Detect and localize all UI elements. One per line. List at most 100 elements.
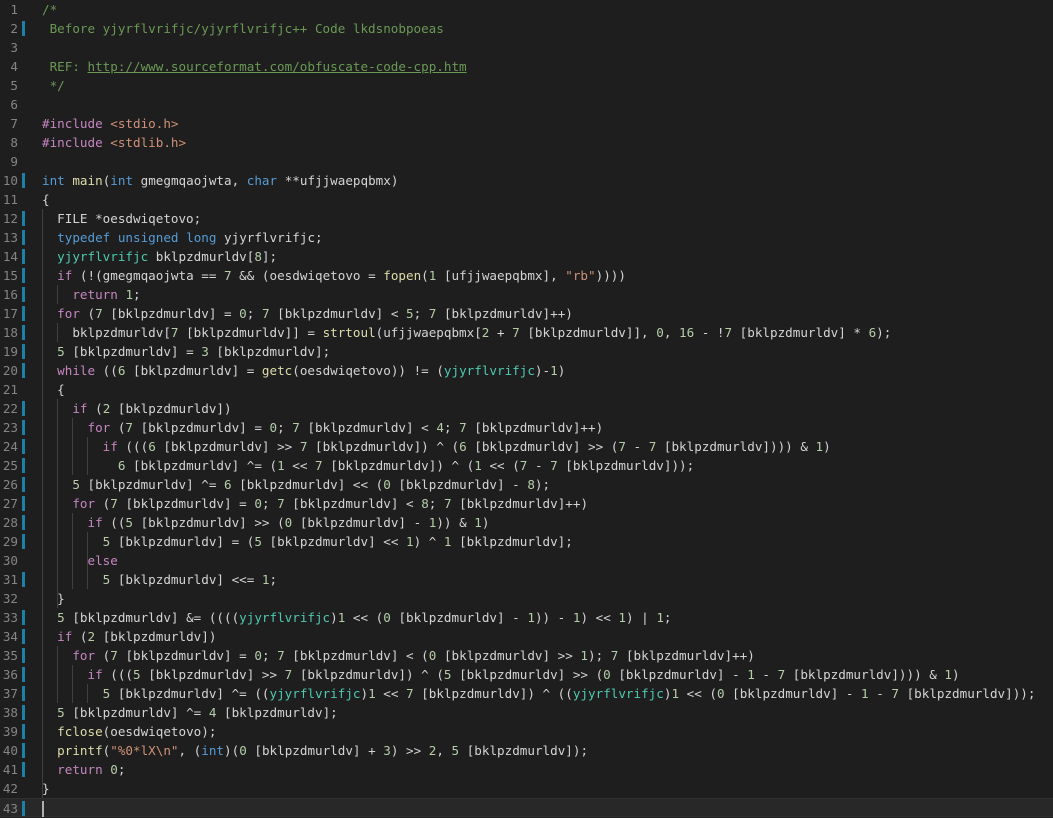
code-line[interactable]: 16 return 1; — [0, 285, 1053, 304]
modified-line-gutter-marker[interactable] — [22, 306, 25, 321]
modified-line-gutter-marker[interactable] — [22, 268, 25, 283]
code-line[interactable]: 23 for (7 [bklpzdmurldv] = 0; 7 [bklpzdm… — [0, 418, 1053, 437]
control-keyword-token: #include — [42, 135, 103, 150]
code-line[interactable]: 13 typedef unsigned long yjyrflvrifjc; — [0, 228, 1053, 247]
code-text-token: [bklpzdmurldv] = — [117, 648, 255, 663]
modified-line-gutter-marker[interactable] — [22, 572, 25, 587]
code-line[interactable]: 14 yjyrflvrifjc bklpzdmurldv[8]; — [0, 247, 1053, 266]
modified-line-gutter-marker[interactable] — [22, 762, 25, 777]
code-line[interactable]: 3 — [0, 38, 1053, 57]
modified-line-gutter-marker[interactable] — [22, 724, 25, 739]
code-line[interactable]: 27 for (7 [bklpzdmurldv] = 0; 7 [bklpzdm… — [0, 494, 1053, 513]
code-line[interactable]: 29 5 [bklpzdmurldv] = (5 [bklpzdmurldv] … — [0, 532, 1053, 551]
keyword-token: unsigned — [117, 230, 179, 245]
code-line[interactable]: 22 if (2 [bklpzdmurldv]) — [0, 399, 1053, 418]
code-line[interactable]: 25 6 [bklpzdmurldv] ^= (1 << 7 [bklpzdmu… — [0, 456, 1053, 475]
line-number: 38 — [2, 705, 18, 720]
modified-line-gutter-marker[interactable] — [22, 648, 25, 663]
code-text-token: [bklpzdmurldv]))) & — [785, 667, 945, 682]
number-token: 1 — [474, 515, 482, 530]
modified-line-gutter-marker[interactable] — [22, 534, 25, 549]
code-line[interactable]: 5 */ — [0, 76, 1053, 95]
modified-line-gutter-marker[interactable] — [22, 610, 25, 625]
code-line[interactable]: 39 fclose(oesdwiqetovo); — [0, 722, 1053, 741]
modified-line-gutter-marker[interactable] — [22, 515, 25, 530]
modified-line-gutter-marker[interactable] — [22, 801, 25, 816]
code-text-token: ; — [261, 648, 278, 663]
modified-line-gutter-marker[interactable] — [22, 287, 25, 302]
line-number: 29 — [2, 534, 18, 549]
code-line[interactable]: 30 else — [0, 551, 1053, 570]
code-line[interactable]: 8 #include <stdlib.h> — [0, 133, 1053, 152]
code-line[interactable]: 7 #include <stdio.h> — [0, 114, 1053, 133]
code-line[interactable]: 20 while ((6 [bklpzdmurldv] = getc(oesdw… — [0, 361, 1053, 380]
code-line[interactable]: 6 — [0, 95, 1053, 114]
code-content: 5 [bklpzdmurldv] = 3 [bklpzdmurldv]; — [42, 342, 330, 361]
code-line[interactable]: 21 { — [0, 380, 1053, 399]
modified-line-gutter-marker[interactable] — [22, 325, 25, 340]
modified-line-gutter-marker[interactable] — [22, 173, 25, 188]
code-text-token: && (oesdwiqetovo = — [231, 268, 384, 283]
code-line[interactable]: 19 5 [bklpzdmurldv] = 3 [bklpzdmurldv]; — [0, 342, 1053, 361]
code-line[interactable]: 38 5 [bklpzdmurldv] ^= 4 [bklpzdmurldv]; — [0, 703, 1053, 722]
code-line[interactable]: 36 if (((5 [bklpzdmurldv] >> 7 [bklpzdmu… — [0, 665, 1053, 684]
modified-line-gutter-marker[interactable] — [22, 230, 25, 245]
code-text-token: [bklpzdmurldv] < — [269, 306, 407, 321]
code-line[interactable]: 32 } — [0, 589, 1053, 608]
code-line[interactable]: 1 /* — [0, 0, 1053, 19]
modified-line-gutter-marker[interactable] — [22, 21, 25, 36]
modified-line-gutter-marker[interactable] — [22, 420, 25, 435]
modified-line-gutter-marker[interactable] — [22, 211, 25, 226]
code-editor[interactable]: 1 /* 2 Before yjyrflvrifjc/yjyrflvrifjc++ … — [0, 0, 1053, 818]
code-content: 5 [bklpzdmurldv] ^= ((yjyrflvrifjc)1 << … — [42, 684, 1036, 703]
modified-line-gutter-marker[interactable] — [22, 743, 25, 758]
code-line[interactable]: 11 { — [0, 190, 1053, 209]
code-line[interactable]: 43 — [0, 798, 1053, 817]
code-line[interactable]: 41 return 0; — [0, 760, 1053, 779]
code-text-token: [bklpzdmurldv] = — [125, 363, 262, 378]
code-line[interactable]: 42} — [0, 779, 1053, 798]
code-line[interactable]: 34 if (2 [bklpzdmurldv]) — [0, 627, 1053, 646]
number-token: 5 — [443, 667, 452, 682]
modified-line-gutter-marker[interactable] — [22, 496, 25, 511]
code-line[interactable]: 24 if (((6 [bklpzdmurldv] >> 7 [bklpzdmu… — [0, 437, 1053, 456]
code-line[interactable]: 17 for (7 [bklpzdmurldv] = 0; 7 [bklpzdm… — [0, 304, 1053, 323]
modified-line-gutter-marker[interactable] — [22, 686, 25, 701]
code-line[interactable]: 9 — [0, 152, 1053, 171]
modified-line-gutter-marker[interactable] — [22, 249, 25, 264]
code-line[interactable]: 37 5 [bklpzdmurldv] ^= ((yjyrflvrifjc)1 … — [0, 684, 1053, 703]
modified-line-gutter-marker[interactable] — [22, 344, 25, 359]
code-line[interactable]: 31 5 [bklpzdmurldv] <<= 1; — [0, 570, 1053, 589]
code-line[interactable]: 28 if ((5 [bklpzdmurldv] >> (0 [bklpzdmu… — [0, 513, 1053, 532]
code-text-token: [bklpzdmurldv] - — [292, 515, 429, 530]
code-text-token: (oesdwiqetovo)) != ( — [292, 363, 444, 378]
modified-line-gutter-marker[interactable] — [22, 363, 25, 378]
modified-line-gutter-marker[interactable] — [22, 401, 25, 416]
code-content: 5 [bklpzdmurldv] ^= 6 [bklpzdmurldv] << … — [42, 475, 550, 494]
code-line[interactable]: 15 if (!(gmegmqaojwta == 7 && (oesdwiqet… — [0, 266, 1053, 285]
code-line[interactable]: 2 Before yjyrflvrifjc/yjyrflvrifjc++ Cod… — [0, 19, 1053, 38]
string-token: <stdio.h> — [110, 116, 179, 131]
code-text-token: [bklpzdmurldv] ^= — [79, 477, 224, 492]
code-line[interactable]: 35 for (7 [bklpzdmurldv] = 0; 7 [bklpzdm… — [0, 646, 1053, 665]
modified-line-gutter-marker[interactable] — [22, 458, 25, 473]
code-line[interactable]: 12 FILE *oesdwiqetovo; — [0, 209, 1053, 228]
code-line[interactable]: 40 printf("%0*lX\n", (int)(0 [bklpzdmurl… — [0, 741, 1053, 760]
link-token[interactable]: http://www.sourceformat.com/obfuscate-co… — [88, 59, 467, 74]
modified-line-gutter-marker[interactable] — [22, 629, 25, 644]
code-line[interactable]: 18 bklpzdmurldv[7 [bklpzdmurldv]] = strt… — [0, 323, 1053, 342]
modified-line-gutter-marker[interactable] — [22, 705, 25, 720]
code-line[interactable]: 10 int main(int gmegmqaojwta, char **ufjj… — [0, 171, 1053, 190]
line-number: 43 — [2, 801, 18, 816]
modified-line-gutter-marker[interactable] — [22, 439, 25, 454]
code-text-token: [bklpzdmurldv]++) — [436, 306, 573, 321]
number-token: 0 — [254, 496, 262, 511]
code-line[interactable]: 33 5 [bklpzdmurldv] &= ((((yjyrflvrifjc)… — [0, 608, 1053, 627]
code-line[interactable]: 26 5 [bklpzdmurldv] ^= 6 [bklpzdmurldv] … — [0, 475, 1053, 494]
modified-line-gutter-marker[interactable] — [22, 477, 25, 492]
code-line[interactable]: 4 REF: http://www.sourceformat.com/obfus… — [0, 57, 1053, 76]
line-number: 14 — [2, 249, 18, 264]
modified-line-gutter-marker[interactable] — [22, 667, 25, 682]
